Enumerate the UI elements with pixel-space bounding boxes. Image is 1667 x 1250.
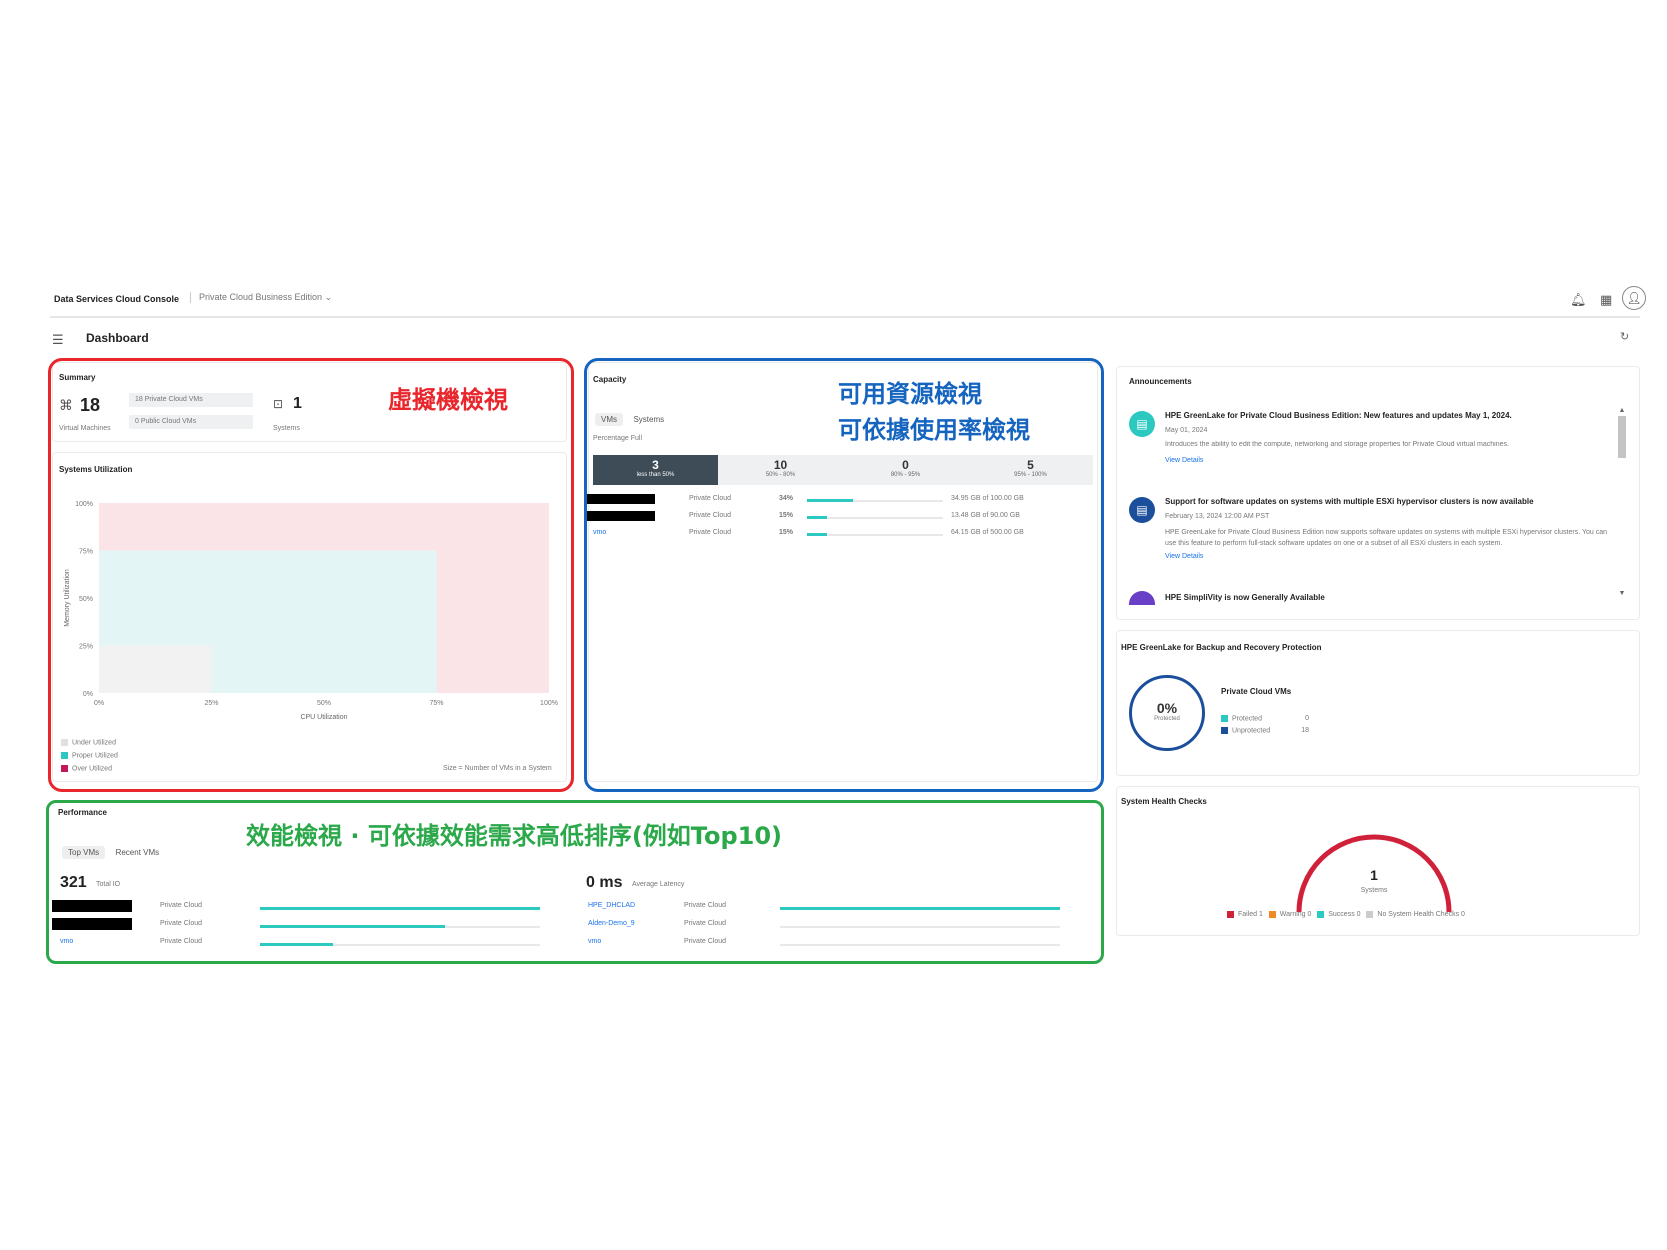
announcements-scrollbar[interactable]: ▲ ▼ — [1617, 407, 1627, 597]
unprotected-swatch — [1221, 727, 1228, 734]
brand-title[interactable]: Data Services Cloud Console — [54, 294, 179, 304]
refresh-icon[interactable]: ↻ — [1620, 330, 1629, 343]
announcement-1-body: Introduces the ability to edit the compu… — [1165, 441, 1509, 448]
announcement-3-icon — [1129, 591, 1155, 605]
backup-title: HPE GreenLake for Backup and Recovery Pr… — [1121, 643, 1322, 652]
protected-swatch — [1221, 715, 1228, 722]
announcements-card: Announcements ▤ HPE GreenLake for Privat… — [1116, 366, 1640, 620]
unprotected-value: 18 — [1301, 727, 1309, 734]
legend-success-label: Success 0 — [1328, 911, 1361, 919]
announcement-1-date: May 01, 2024 — [1165, 427, 1208, 434]
legend-failed-swatch — [1227, 911, 1234, 918]
top-bar: Data Services Cloud Console Private Clou… — [50, 286, 1646, 318]
announcement-2-date: February 13, 2024 12:00 AM PST — [1165, 513, 1270, 520]
announcement-2-body: HPE GreenLake for Private Cloud Business… — [1165, 529, 1607, 547]
edition-selector[interactable]: Private Cloud Business Edition ⌄ — [190, 292, 332, 303]
scroll-down-icon[interactable]: ▼ — [1617, 590, 1627, 597]
legend-none-swatch — [1366, 911, 1374, 918]
health-card: System Health Checks 1 Systems Failed 1 … — [1116, 786, 1640, 936]
announcement-1-link[interactable]: View Details — [1165, 457, 1203, 464]
chevron-down-icon: ⌄ — [324, 292, 333, 302]
backup-donut: 0% Protected — [1129, 675, 1205, 751]
announcement-2-icon: ▤ — [1129, 497, 1155, 523]
annotation-box-red — [48, 358, 574, 792]
annotation-vm-view: 虛擬機檢視 — [388, 386, 508, 414]
scroll-thumb[interactable] — [1618, 416, 1626, 458]
menu-icon[interactable]: ☰ — [52, 332, 64, 348]
apps-icon[interactable]: ▦ — [1600, 292, 1612, 308]
announcement-3-title[interactable]: HPE SimpliVity is now Generally Availabl… — [1165, 593, 1325, 602]
edition-label: Private Cloud Business Edition — [199, 292, 323, 302]
legend-none-label: No System Health Checks 0 — [1377, 911, 1465, 919]
legend-warning-label: Warning 0 — [1279, 911, 1312, 919]
bell-icon[interactable]: 🔔︎ — [1570, 292, 1587, 308]
legend-success: Success 0 — [1317, 911, 1361, 919]
backup-unprotected-row: Unprotected 18 — [1221, 727, 1309, 734]
health-legend: Failed 1 Warning 0 Success 0 No System H… — [1227, 911, 1465, 918]
announcement-1-icon: ▤ — [1129, 411, 1155, 437]
legend-warning-swatch — [1268, 911, 1276, 918]
protected-label: Protected — [1232, 715, 1262, 723]
health-title: System Health Checks — [1121, 797, 1207, 806]
health-count: 1 — [1370, 867, 1378, 883]
backup-protected-row: Protected 0 — [1221, 715, 1309, 722]
backup-pct: 0% — [1156, 700, 1178, 716]
protected-value: 0 — [1305, 715, 1309, 722]
backup-card: HPE GreenLake for Backup and Recovery Pr… — [1116, 630, 1640, 776]
legend-failed-label: Failed 1 — [1238, 911, 1263, 919]
page-title: Dashboard — [86, 331, 149, 345]
user-avatar-icon[interactable]: 👤︎ — [1622, 286, 1646, 310]
legend-none: No System Health Checks 0 — [1366, 911, 1465, 918]
unprotected-label: Unprotected — [1232, 727, 1271, 735]
health-count-label: Systems — [1360, 887, 1388, 894]
announcements-title: Announcements — [1129, 377, 1192, 386]
legend-success-swatch — [1317, 911, 1325, 918]
backup-subtitle: Private Cloud VMs — [1221, 687, 1292, 696]
announcement-2-link[interactable]: View Details — [1165, 553, 1203, 560]
annotation-capacity-view-1: 可用資源檢視 — [838, 380, 982, 408]
announcement-2-title[interactable]: Support for software updates on systems … — [1165, 497, 1613, 506]
legend-failed: Failed 1 — [1227, 911, 1263, 918]
annotation-capacity-view-2: 可依據使用率檢視 — [838, 416, 1030, 444]
annotation-perf-view: 效能檢視 · 可依據效能需求高低排序(例如Top10) — [246, 822, 783, 850]
scroll-up-icon[interactable]: ▲ — [1617, 407, 1627, 414]
announcement-1-title[interactable]: HPE GreenLake for Private Cloud Business… — [1165, 411, 1605, 420]
legend-warning: Warning 0 — [1268, 911, 1312, 919]
backup-pct-label: Protected — [1154, 716, 1180, 722]
